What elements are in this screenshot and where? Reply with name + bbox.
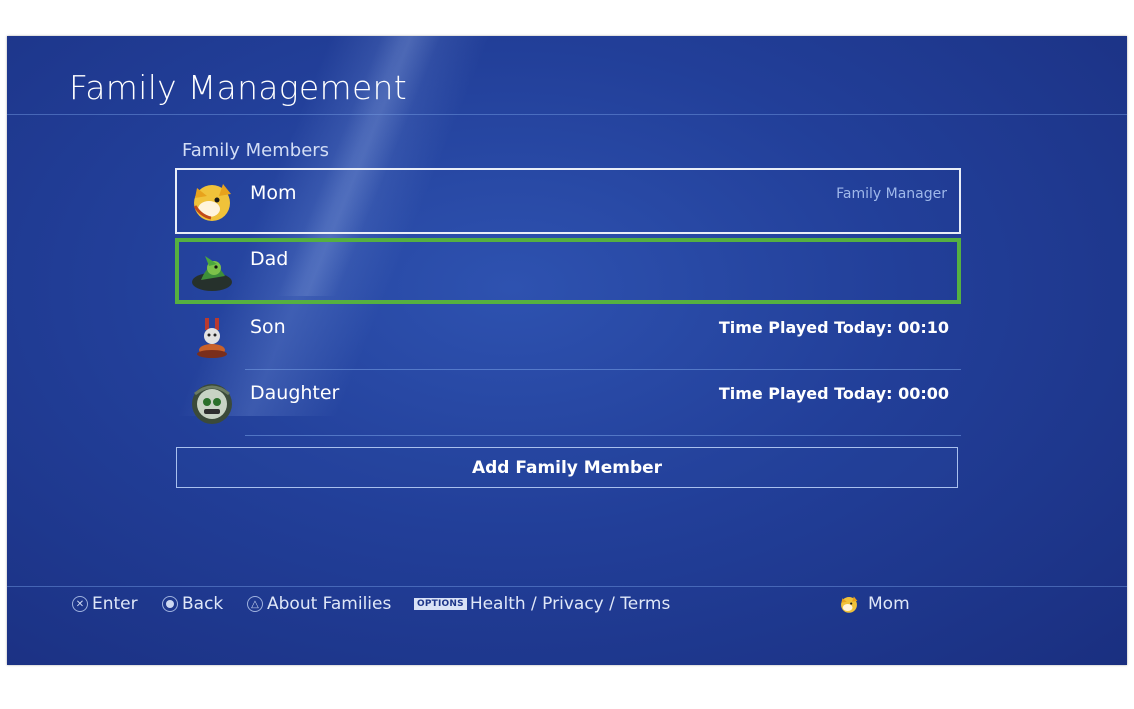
row-divider <box>245 435 961 436</box>
footer-current-user: Mom <box>838 593 910 615</box>
section-label-family-members: Family Members <box>182 140 330 161</box>
member-row-dad[interactable]: Dad <box>175 238 961 304</box>
member-role-label: Family Manager <box>836 186 947 202</box>
page-title: Family Management <box>69 68 408 107</box>
fox-avatar-icon <box>841 596 858 613</box>
member-name: Dad <box>250 248 289 270</box>
header-divider <box>7 114 1127 115</box>
footer-back-label: Back <box>182 594 224 614</box>
member-name: Mom <box>250 182 297 204</box>
masked-avatar-icon <box>192 384 232 424</box>
footer-about-label: About Families <box>267 594 392 614</box>
current-user-name: Mom <box>868 594 910 614</box>
circle-button-icon <box>162 596 178 612</box>
triangle-button-icon: △ <box>247 596 263 612</box>
ps4-screen: Family Management Family Members Mom Fam… <box>7 36 1127 665</box>
add-family-member-button[interactable]: Add Family Member <box>176 447 958 488</box>
member-name: Daughter <box>250 382 340 404</box>
footer-enter-label: Enter <box>92 594 138 614</box>
footer-divider <box>7 586 1127 587</box>
cross-button-icon: ✕ <box>72 596 88 612</box>
footer-about-families[interactable]: △ About Families <box>247 593 391 615</box>
member-row-mom[interactable]: Mom Family Manager <box>175 168 961 234</box>
member-row-daughter[interactable]: Daughter Time Played Today: 00:00 <box>175 370 961 436</box>
footer-options[interactable]: OPTIONS Health / Privacy / Terms <box>414 593 670 615</box>
footer-enter[interactable]: ✕ Enter <box>72 593 138 615</box>
options-button-icon: OPTIONS <box>414 598 467 610</box>
fox-avatar-icon <box>193 184 231 221</box>
robot-avatar-icon <box>197 318 227 358</box>
member-row-son[interactable]: Son Time Played Today: 00:10 <box>175 304 961 370</box>
time-played-label: Time Played Today: 00:10 <box>718 318 949 337</box>
member-name: Son <box>250 316 286 338</box>
footer-back[interactable]: Back <box>162 593 223 615</box>
time-played-label: Time Played Today: 00:00 <box>718 384 949 403</box>
green-warrior-avatar-icon <box>192 256 232 291</box>
footer-options-label: Health / Privacy / Terms <box>469 594 671 614</box>
